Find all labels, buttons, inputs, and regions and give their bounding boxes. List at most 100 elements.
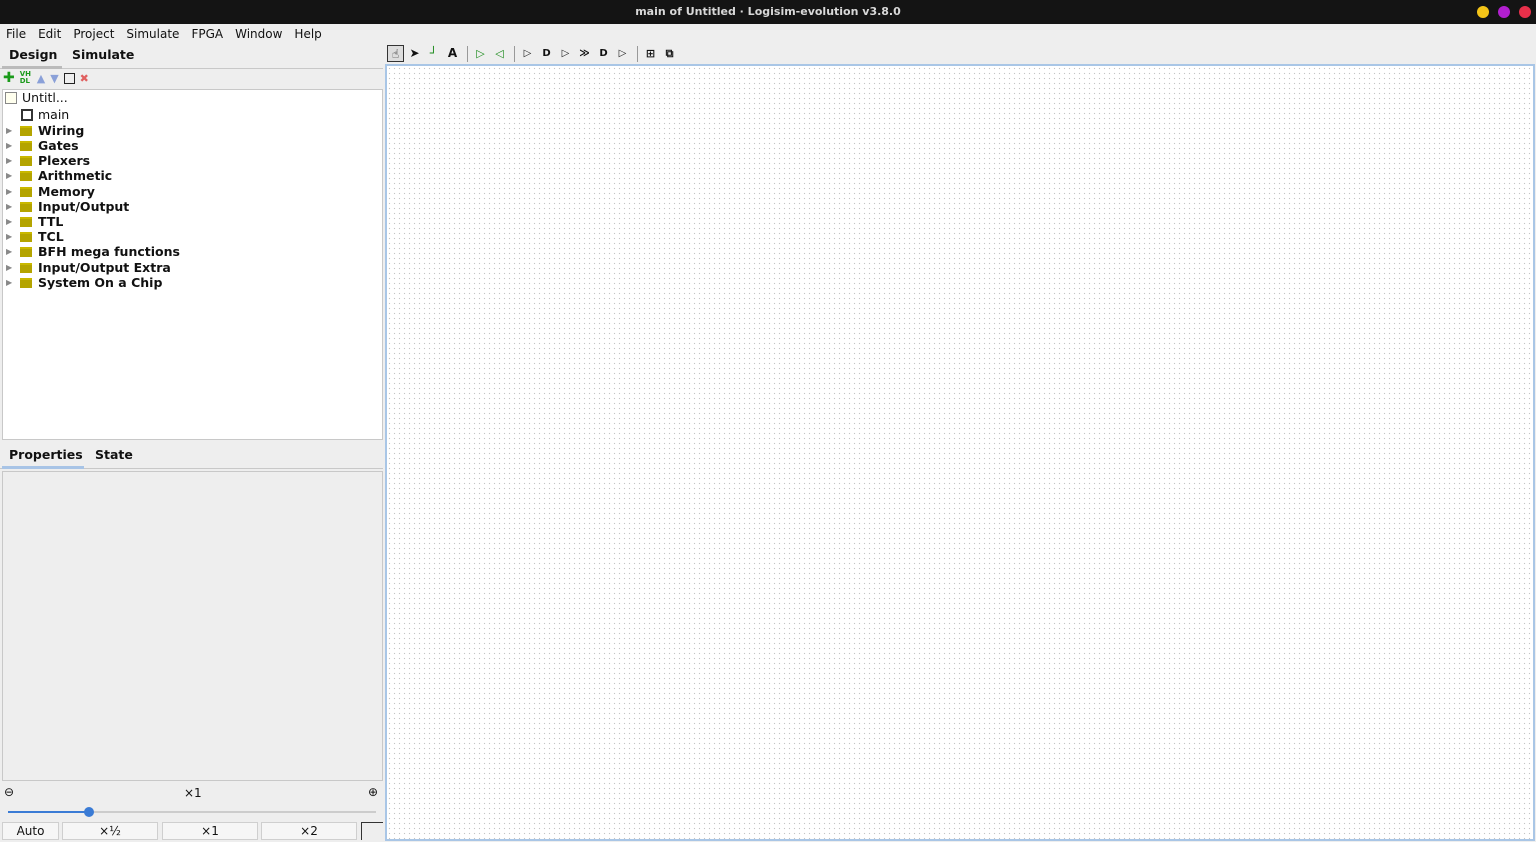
or-gate-icon[interactable]: ▷ bbox=[557, 45, 574, 62]
folder-icon bbox=[20, 262, 32, 273]
menu-window[interactable]: Window bbox=[235, 27, 282, 41]
edit-layout-icon[interactable]: ⧉ bbox=[661, 45, 678, 62]
tree-lib-tcl[interactable]: ▶ TCL bbox=[6, 229, 64, 244]
lib-label: Gates bbox=[38, 138, 79, 153]
poke-tool-icon[interactable]: ☝ bbox=[387, 45, 404, 62]
output-pin-icon[interactable]: ◁ bbox=[491, 45, 508, 62]
zoom-in-icon[interactable]: ⊕ bbox=[368, 785, 378, 799]
lib-label: Input/Output Extra bbox=[38, 260, 171, 275]
tree-lib-io-extra[interactable]: ▶ Input/Output Extra bbox=[6, 260, 171, 275]
add-circuit-toolbar-icon[interactable]: ⊞ bbox=[642, 45, 659, 62]
folder-icon bbox=[20, 201, 32, 212]
add-vhdl-icon[interactable]: VH DL bbox=[20, 71, 32, 85]
lib-label: BFH mega functions bbox=[38, 244, 180, 259]
tree-lib-input-output[interactable]: ▶ Input/Output bbox=[6, 199, 129, 214]
properties-panel bbox=[2, 471, 383, 781]
expand-arrow-icon[interactable]: ▶ bbox=[6, 126, 15, 135]
zoom-out-icon[interactable]: ⊖ bbox=[4, 785, 14, 799]
lib-label: Arithmetic bbox=[38, 168, 113, 183]
tree-lib-plexers[interactable]: ▶ Plexers bbox=[6, 153, 90, 168]
menu-fpga[interactable]: FPGA bbox=[191, 27, 223, 41]
expand-arrow-icon[interactable]: ▶ bbox=[6, 171, 15, 180]
lib-label: TCL bbox=[38, 229, 64, 244]
minimize-button[interactable] bbox=[1477, 6, 1489, 18]
folder-icon bbox=[20, 216, 32, 227]
nor-gate-icon[interactable]: ▷ bbox=[614, 45, 631, 62]
zoom-slider-handle[interactable] bbox=[83, 807, 94, 817]
folder-icon bbox=[20, 155, 32, 166]
toolbar-separator bbox=[637, 45, 638, 62]
folder-icon bbox=[20, 246, 32, 257]
text-tool-icon[interactable]: A bbox=[444, 45, 461, 62]
tree-lib-bfh[interactable]: ▶ BFH mega functions bbox=[6, 244, 180, 259]
zoom-slider-fill bbox=[8, 811, 89, 813]
menu-help[interactable]: Help bbox=[294, 27, 321, 41]
edit-appearance-icon[interactable] bbox=[63, 72, 75, 84]
expand-arrow-icon[interactable]: ▶ bbox=[6, 156, 15, 165]
wire-tool-icon[interactable]: ┘ bbox=[425, 45, 442, 62]
folder-icon bbox=[20, 231, 32, 242]
expand-arrow-icon[interactable]: ▶ bbox=[6, 187, 15, 196]
tab-design[interactable]: Design bbox=[9, 47, 57, 62]
expand-arrow-icon[interactable]: ▶ bbox=[6, 263, 15, 272]
select-tool-icon[interactable]: ➤ bbox=[406, 45, 423, 62]
lib-label: Plexers bbox=[38, 153, 91, 168]
circuit-icon bbox=[21, 108, 33, 121]
lib-label: Memory bbox=[38, 184, 95, 199]
explorer-tree: Untitl... main ▶ Wiring ▶ Gates ▶ Plexers ▶… bbox=[2, 89, 383, 440]
tree-lib-soc[interactable]: ▶ System On a Chip bbox=[6, 275, 162, 290]
tree-lib-memory[interactable]: ▶ Memory bbox=[6, 184, 95, 199]
xor-gate-icon[interactable]: ≫ bbox=[576, 45, 593, 62]
lib-label: Input/Output bbox=[38, 199, 130, 214]
tree-lib-gates[interactable]: ▶ Gates bbox=[6, 138, 79, 153]
move-down-icon[interactable]: ▼ bbox=[50, 72, 58, 85]
and-gate-icon[interactable]: D bbox=[538, 45, 555, 62]
toolbar-separator bbox=[467, 45, 468, 62]
tree-lib-wiring[interactable]: ▶ Wiring bbox=[6, 123, 84, 138]
nand-gate-icon[interactable]: D bbox=[595, 45, 612, 62]
main-toolbar: ☝ ➤ ┘ A ▷ ◁ ▷ D ▷ ≫ D ▷ ⊞ ⧉ bbox=[385, 43, 1536, 64]
design-tabs: Design Simulate bbox=[0, 43, 383, 69]
zoom-one-button[interactable]: ×1 bbox=[162, 822, 258, 840]
zoom-half-button[interactable]: ×½ bbox=[62, 822, 158, 840]
tree-lib-arithmetic[interactable]: ▶ Arithmetic bbox=[6, 168, 112, 183]
expand-arrow-icon[interactable]: ▶ bbox=[6, 232, 15, 241]
add-circuit-icon[interactable]: ✚ bbox=[3, 70, 15, 86]
menu-bar: File Edit Project Simulate FPGA Window H… bbox=[0, 24, 1536, 43]
properties-tabs: Properties State bbox=[0, 443, 383, 469]
menu-project[interactable]: Project bbox=[73, 27, 114, 41]
menu-edit[interactable]: Edit bbox=[38, 27, 61, 41]
zoom-auto-button[interactable]: Auto bbox=[2, 822, 59, 840]
tab-properties[interactable]: Properties bbox=[9, 447, 83, 462]
tree-root[interactable]: Untitl... bbox=[5, 90, 68, 105]
tree-root-label: Untitl... bbox=[22, 90, 68, 105]
expand-arrow-icon[interactable]: ▶ bbox=[6, 217, 15, 226]
delete-icon[interactable]: ✖ bbox=[80, 72, 89, 85]
circuit-canvas[interactable] bbox=[385, 64, 1535, 841]
expand-arrow-icon[interactable]: ▶ bbox=[6, 141, 15, 150]
tree-circuit-label: main bbox=[38, 107, 70, 122]
expand-arrow-icon[interactable]: ▶ bbox=[6, 202, 15, 211]
expand-arrow-icon[interactable]: ▶ bbox=[6, 278, 15, 287]
expand-arrow-icon[interactable]: ▶ bbox=[6, 247, 15, 256]
menu-simulate[interactable]: Simulate bbox=[126, 27, 179, 41]
project-icon bbox=[5, 91, 17, 104]
zoom-level: ×1 bbox=[184, 786, 202, 800]
tree-circuit-main[interactable]: main bbox=[21, 107, 69, 122]
move-up-icon[interactable]: ▲ bbox=[37, 72, 45, 85]
tab-simulate[interactable]: Simulate bbox=[72, 47, 134, 62]
zoom-two-button[interactable]: ×2 bbox=[261, 822, 357, 840]
tree-lib-ttl[interactable]: ▶ TTL bbox=[6, 214, 63, 229]
lib-label: TTL bbox=[38, 214, 64, 229]
zoom-row: ⊖ ×1 ⊕ bbox=[0, 785, 385, 801]
not-gate-icon[interactable]: ▷ bbox=[519, 45, 536, 62]
maximize-button[interactable] bbox=[1498, 6, 1510, 18]
input-pin-icon[interactable]: ▷ bbox=[472, 45, 489, 62]
tab-state[interactable]: State bbox=[95, 447, 133, 462]
explorer-toolbar: ✚ VH DL ▲ ▼ ✖ bbox=[3, 70, 94, 86]
left-panel: Design Simulate ✚ VH DL ▲ ▼ ✖ Untitl... … bbox=[0, 43, 385, 842]
folder-icon bbox=[20, 170, 32, 181]
close-button[interactable] bbox=[1519, 6, 1531, 18]
menu-file[interactable]: File bbox=[6, 27, 26, 41]
fullscreen-icon[interactable] bbox=[361, 822, 383, 840]
